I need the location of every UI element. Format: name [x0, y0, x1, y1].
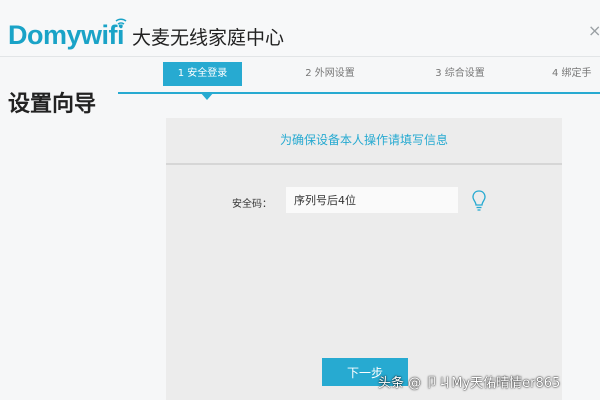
security-code-input[interactable] [286, 187, 458, 213]
close-icon[interactable]: × [588, 23, 600, 39]
step-wan-settings[interactable]: 2 外网设置 [288, 62, 372, 86]
step-general-settings[interactable]: 3 综合设置 [418, 62, 502, 86]
bulb-icon[interactable] [472, 190, 486, 212]
wifi-icon [115, 18, 127, 29]
step-bind-phone[interactable]: 4 绑定手 [552, 62, 600, 86]
active-step-pointer [200, 92, 214, 100]
panel-title: 为确保设备本人操作请填写信息 [166, 118, 562, 165]
watermark-text: 头条 @ 卩ㄐMy天佑晴情er865 [378, 376, 561, 391]
steps-divider [118, 92, 600, 94]
logo: Domywifi [8, 20, 125, 50]
page-title: 设置向导 [8, 92, 97, 117]
step-security-login[interactable]: 1 安全登录 [163, 62, 242, 86]
product-title: 大麦无线家庭中心 [132, 27, 285, 49]
security-code-label: 安全码： [232, 199, 272, 210]
